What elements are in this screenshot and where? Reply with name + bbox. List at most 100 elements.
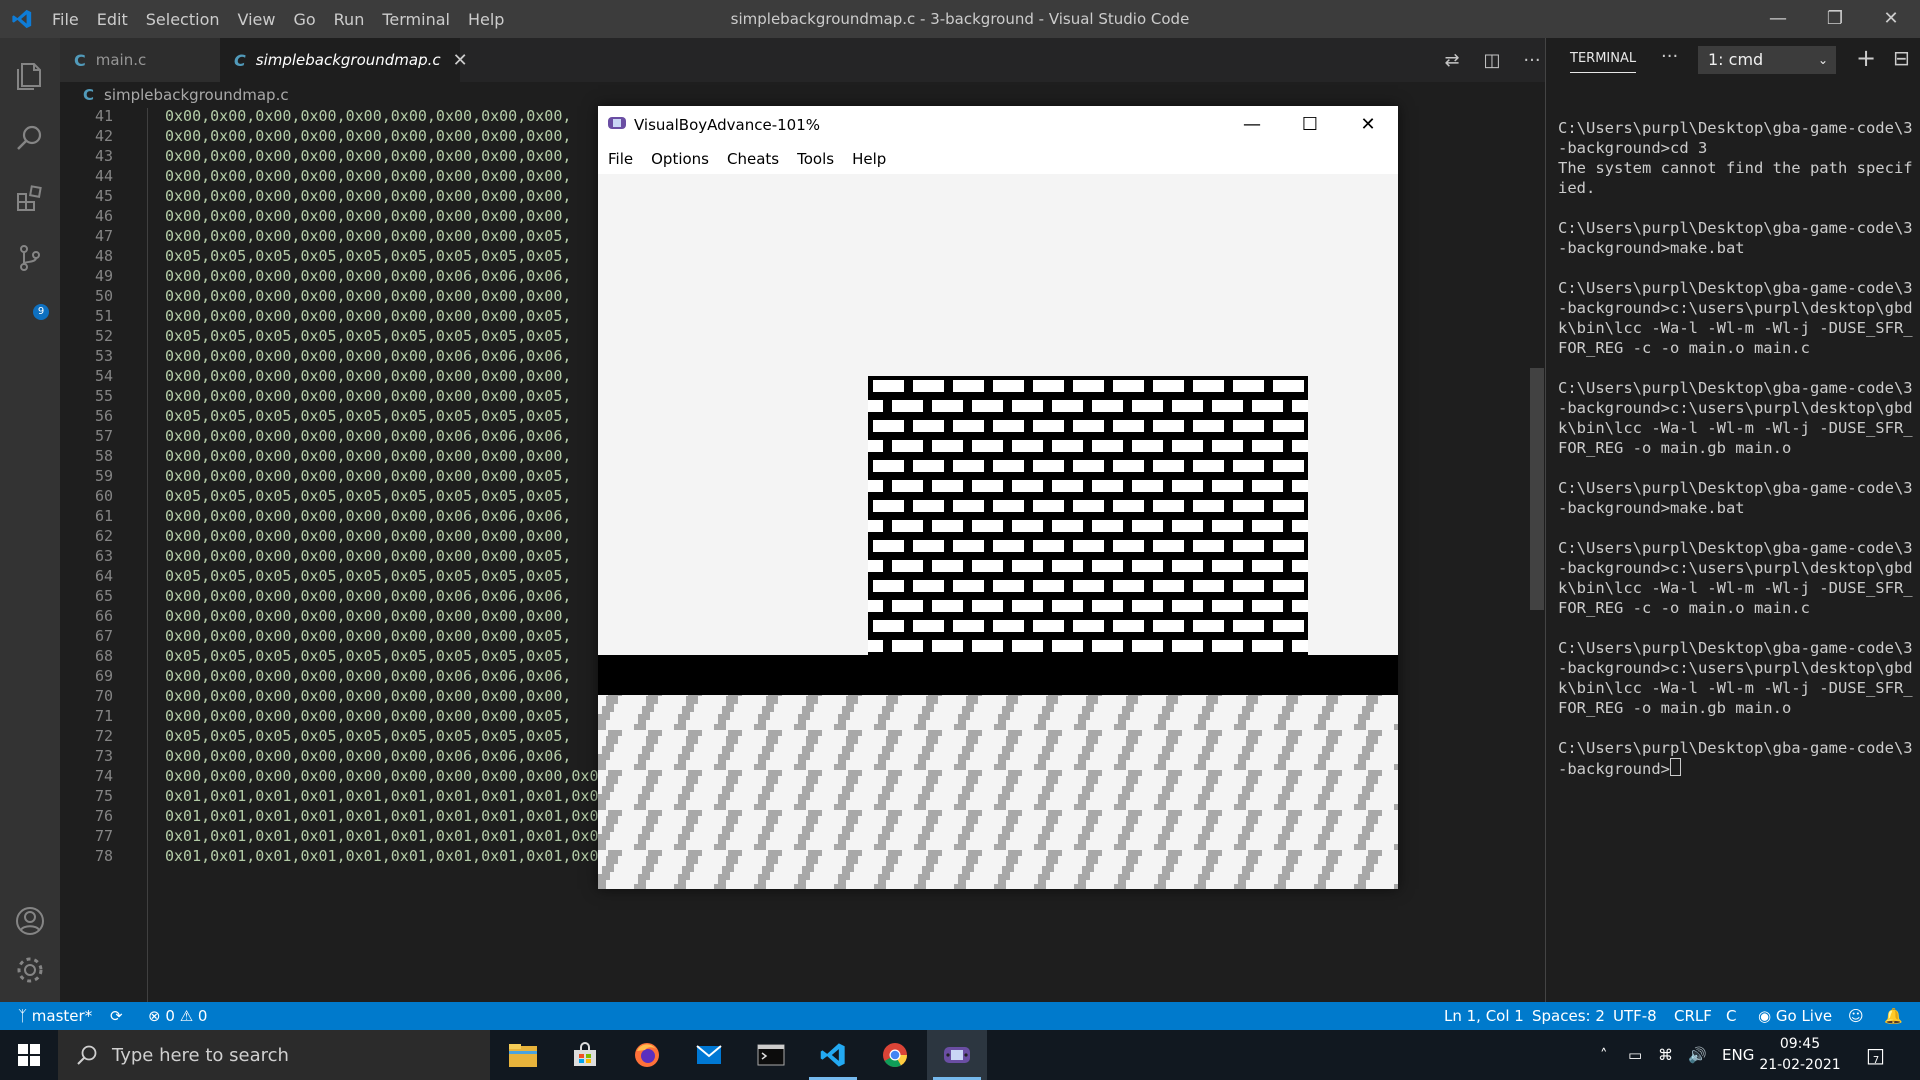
tab-simplebackgroundmap-c[interactable]: C simplebackgroundmap.c ✕ xyxy=(220,38,468,82)
menu-selection[interactable]: Selection xyxy=(146,10,220,29)
vba-menu-help[interactable]: Help xyxy=(852,150,886,168)
taskbar-search-box[interactable]: Type here to search xyxy=(58,1030,490,1080)
brick-wall xyxy=(868,376,1308,655)
volume-icon[interactable]: 🔊 xyxy=(1688,1030,1707,1080)
code-line: 0x00,0x00,0x00,0x00,0x00,0x00,0x00,0x00,… xyxy=(165,607,572,625)
vba-close-button[interactable]: ✕ xyxy=(1339,106,1397,144)
line-number: 63 xyxy=(94,547,113,565)
visualboyadvance-taskbar-icon[interactable] xyxy=(927,1030,987,1080)
vba-menu-file[interactable]: File xyxy=(608,150,633,168)
line-number: 42 xyxy=(94,127,113,145)
firefox-icon[interactable] xyxy=(617,1030,677,1080)
line-number: 60 xyxy=(94,487,113,505)
visualboyadvance-window[interactable]: VisualBoyAdvance-101% — ☐ ✕ File Options… xyxy=(598,106,1398,889)
show-hidden-icons[interactable]: ˄ xyxy=(1600,1030,1608,1080)
terminal-line: -background>cd 3 xyxy=(1558,139,1708,157)
line-number: 77 xyxy=(94,827,113,845)
terminal-selector[interactable]: 1: cmd ⌄ xyxy=(1698,46,1836,74)
code-line: 0x00,0x00,0x00,0x00,0x00,0x00,0x00,0x00,… xyxy=(165,108,572,125)
terminal-line: C:\Users\purpl\Desktop\gba-game-code\3 xyxy=(1558,639,1913,657)
vba-maximize-button[interactable]: ☐ xyxy=(1281,106,1339,144)
terminal-line: C:\Users\purpl\Desktop\gba-game-code\3 xyxy=(1558,479,1913,497)
menu-help[interactable]: Help xyxy=(468,10,504,29)
code-line: 0x05,0x05,0x05,0x05,0x05,0x05,0x05,0x05,… xyxy=(165,407,572,425)
code-line: 0x01,0x01,0x01,0x01,0x01,0x01,0x01,0x01,… xyxy=(165,847,617,865)
line-number: 71 xyxy=(94,707,113,725)
feedback-icon[interactable]: ☺ xyxy=(1848,1002,1864,1030)
terminal-line: C:\Users\purpl\Desktop\gba-game-code\3 xyxy=(1558,379,1913,397)
code-line: 0x00,0x00,0x00,0x00,0x00,0x00,0x00,0x00,… xyxy=(165,387,572,405)
split-editor-icon[interactable]: ◫ xyxy=(1472,38,1512,82)
terminal-line: ied. xyxy=(1558,179,1596,197)
panel-more-icon[interactable]: ··· xyxy=(1661,46,1678,67)
terminal-line: FOR_REG -o main.gb main.o xyxy=(1558,699,1792,717)
menu-edit[interactable]: Edit xyxy=(97,10,128,29)
line-number: 65 xyxy=(94,587,113,605)
menu-view[interactable]: View xyxy=(238,10,276,29)
line-ending[interactable]: CRLF xyxy=(1674,1002,1712,1030)
microsoft-store-icon[interactable] xyxy=(555,1030,615,1080)
battery-icon[interactable]: ▭ xyxy=(1628,1030,1642,1080)
line-number: 58 xyxy=(94,447,113,465)
tab-label: simplebackgroundmap.c xyxy=(255,51,441,69)
source-control-icon[interactable] xyxy=(0,228,60,288)
breadcrumb-file[interactable]: simplebackgroundmap.c xyxy=(104,86,289,104)
language-indicator[interactable]: ENG xyxy=(1722,1030,1754,1080)
action-center-icon[interactable]: □ 7 xyxy=(1866,1030,1885,1080)
vba-title-bar: VisualBoyAdvance-101% — ☐ ✕ xyxy=(598,106,1398,144)
code-line: 0x00,0x00,0x00,0x00,0x00,0x00,0x06,0x06,… xyxy=(165,347,572,365)
new-terminal-icon[interactable]: + xyxy=(1856,44,1876,72)
windows-logo-icon xyxy=(18,1044,40,1066)
panel-title[interactable]: TERMINAL xyxy=(1570,51,1637,73)
vscode-taskbar-icon[interactable] xyxy=(803,1030,863,1080)
vba-menu-cheats[interactable]: Cheats xyxy=(727,150,779,168)
line-number: 70 xyxy=(94,687,113,705)
close-tab-icon[interactable]: ✕ xyxy=(453,50,468,71)
open-changes-icon[interactable]: ⇄ xyxy=(1432,38,1472,82)
terminal-selector-value: 1: cmd xyxy=(1708,50,1764,69)
vba-minimize-button[interactable]: — xyxy=(1223,106,1281,144)
menu-run[interactable]: Run xyxy=(334,10,365,29)
mail-app-icon[interactable] xyxy=(679,1030,739,1080)
code-line: 0x01,0x01,0x01,0x01,0x01,0x01,0x01,0x01,… xyxy=(165,827,617,845)
code-line: 0x00,0x00,0x00,0x00,0x00,0x00,0x00,0x00,… xyxy=(165,187,572,205)
branch-indicator[interactable]: ᛉ master* xyxy=(18,1002,92,1030)
menu-file[interactable]: File xyxy=(52,10,79,29)
sync-icon[interactable]: ⟳ xyxy=(110,1002,123,1030)
tab-main-c[interactable]: C main.c xyxy=(60,38,220,82)
language-mode[interactable]: C xyxy=(1726,1002,1736,1030)
code-line: 0x01,0x01,0x01,0x01,0x01,0x01,0x01,0x01,… xyxy=(165,787,617,805)
wifi-icon[interactable]: ⌘ xyxy=(1658,1030,1673,1080)
close-window-button[interactable]: ✕ xyxy=(1862,0,1920,38)
search-icon[interactable] xyxy=(0,108,60,168)
minimize-button[interactable]: — xyxy=(1749,0,1807,38)
chrome-icon[interactable] xyxy=(865,1030,925,1080)
menu-terminal[interactable]: Terminal xyxy=(382,10,450,29)
command-prompt-icon[interactable] xyxy=(741,1030,801,1080)
terminal-output[interactable]: C:\Users\purpl\Desktop\gba-game-code\3 -b… xyxy=(1558,118,1913,779)
code-line: 0x00,0x00,0x00,0x00,0x00,0x00,0x00,0x00,… xyxy=(165,147,572,165)
notifications-bell-icon[interactable]: 🔔 xyxy=(1884,1002,1903,1030)
game-screen[interactable] xyxy=(598,174,1398,889)
menu-go[interactable]: Go xyxy=(293,10,315,29)
restore-button[interactable]: ❐ xyxy=(1806,0,1864,38)
cursor-position[interactable]: Ln 1, Col 1 xyxy=(1444,1002,1524,1030)
encoding[interactable]: UTF-8 xyxy=(1613,1002,1657,1030)
problems-indicator[interactable]: ⊗ 0 ⚠ 0 xyxy=(148,1002,207,1030)
vba-menu-tools[interactable]: Tools xyxy=(797,150,834,168)
split-terminal-icon[interactable]: ⊟ xyxy=(1893,46,1910,70)
indentation[interactable]: Spaces: 2 xyxy=(1532,1002,1605,1030)
extensions-icon[interactable] xyxy=(0,168,60,228)
vba-menu-options[interactable]: Options xyxy=(651,150,709,168)
editor-scrollbar[interactable] xyxy=(1530,368,1544,610)
explorer-icon[interactable] xyxy=(0,46,60,106)
terminal-line: C:\Users\purpl\Desktop\gba-game-code\3 xyxy=(1558,739,1913,757)
terminal-prompt-line: -background> xyxy=(1558,758,1908,779)
settings-gear-icon[interactable] xyxy=(0,940,60,1000)
clock[interactable]: 09:45 21-02-2021 xyxy=(1755,1034,1845,1076)
start-button[interactable] xyxy=(0,1030,58,1080)
go-live-button[interactable]: ◉ Go Live xyxy=(1758,1002,1832,1030)
file-explorer-icon[interactable] xyxy=(493,1030,553,1080)
